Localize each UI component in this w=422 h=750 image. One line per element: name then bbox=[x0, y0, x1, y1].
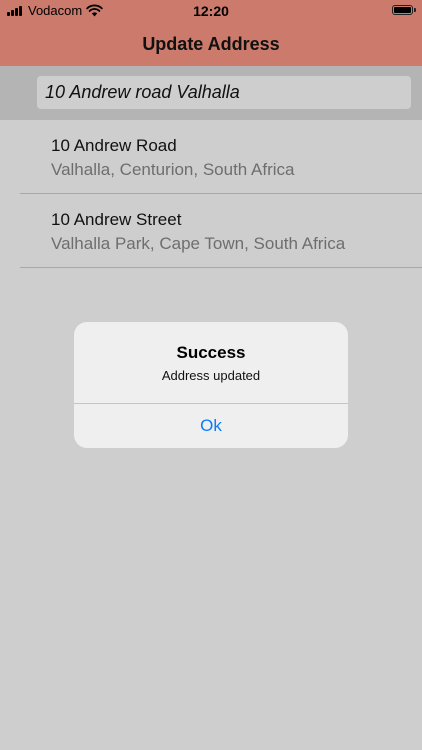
address-result-item[interactable]: 10 Andrew Street Valhalla Park, Cape Tow… bbox=[20, 194, 422, 268]
result-street: 10 Andrew Street bbox=[51, 210, 182, 229]
page-title: Update Address bbox=[142, 34, 280, 54]
address-result-item[interactable]: 10 Andrew Road Valhalla, Centurion, Sout… bbox=[20, 120, 422, 194]
alert-title: Success bbox=[176, 343, 246, 362]
navigation-header: Vodacom 12:20 Update Address bbox=[0, 0, 422, 66]
success-alert-dialog: Success Address updated Ok bbox=[74, 322, 348, 448]
result-street: 10 Andrew Road bbox=[51, 136, 177, 155]
status-bar: Vodacom 12:20 bbox=[0, 0, 422, 22]
status-time: 12:20 bbox=[193, 3, 229, 19]
result-locality: Valhalla, Centurion, South Africa bbox=[51, 160, 295, 179]
alert-message: Address updated bbox=[161, 368, 261, 383]
battery-tip bbox=[414, 8, 416, 12]
battery-fill bbox=[394, 7, 411, 13]
battery-icon bbox=[392, 5, 413, 15]
ok-button[interactable]: Ok bbox=[74, 404, 348, 448]
address-results-list: 10 Andrew Road Valhalla, Centurion, Sout… bbox=[0, 120, 422, 268]
address-search-input[interactable] bbox=[37, 76, 411, 109]
result-locality: Valhalla Park, Cape Town, South Africa bbox=[51, 234, 346, 253]
search-bar bbox=[0, 66, 422, 120]
